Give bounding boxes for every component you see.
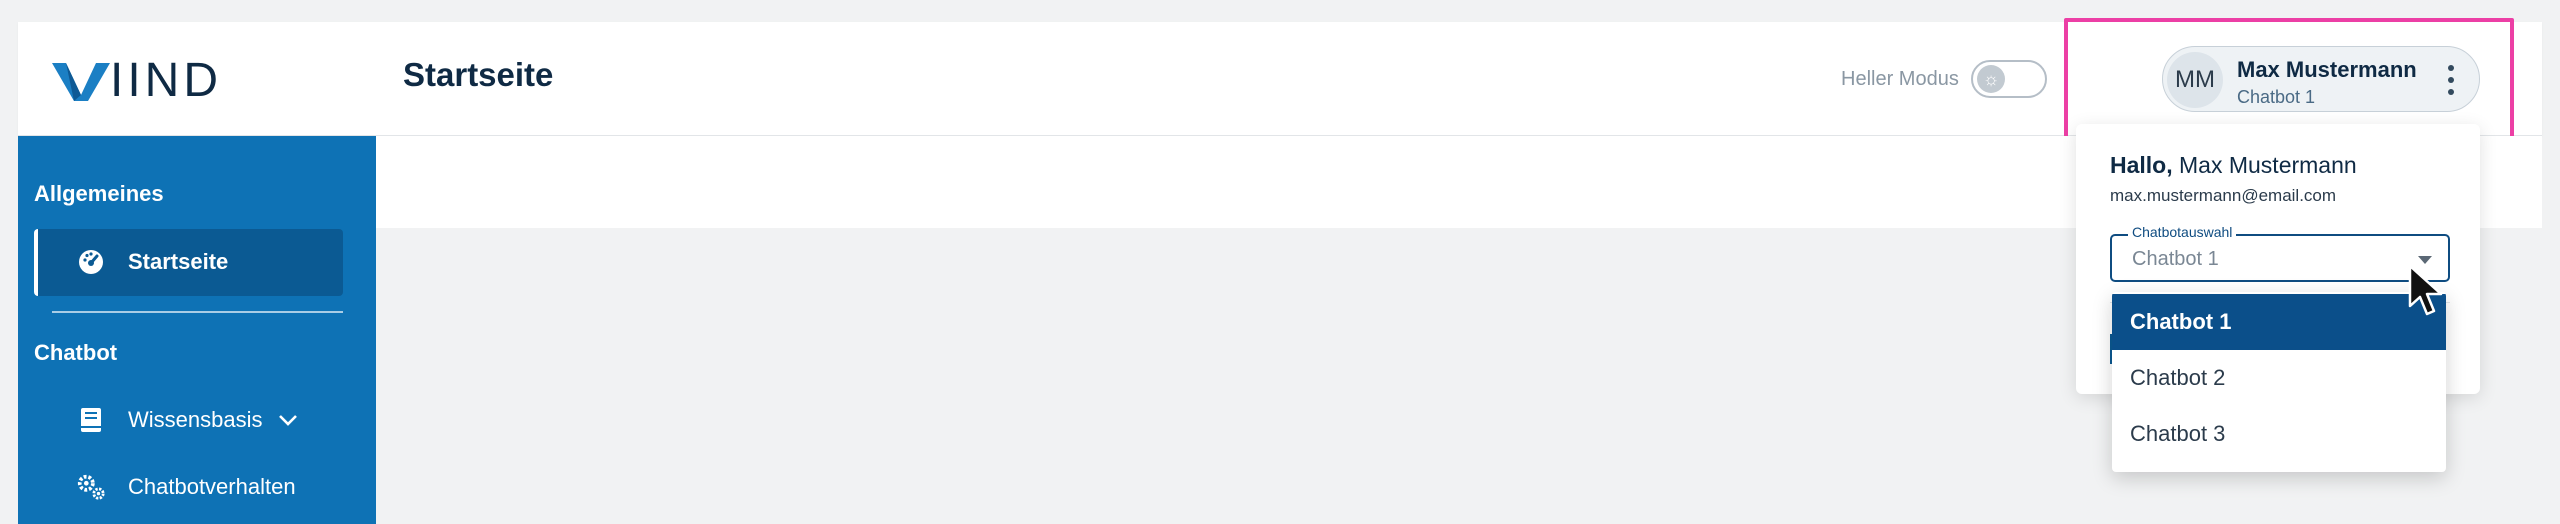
sidebar-item-label: Chatbotverhalten — [128, 474, 296, 499]
chevron-down-icon[interactable] — [278, 413, 298, 427]
sidebar-item-startseite-content[interactable]: Startseite — [76, 247, 228, 277]
sidebar-item-label: Wissensbasis — [128, 407, 263, 432]
sidebar-divider — [52, 311, 343, 313]
logo-text: IIND — [110, 54, 222, 107]
greeting-prefix: Hallo, — [2110, 152, 2173, 178]
page-title: Startseite — [403, 56, 554, 93]
chatbot-select-label: Chatbotauswahl — [2128, 224, 2237, 240]
sidebar-item-chatbotverhalten[interactable]: Chatbotverhalten — [76, 472, 296, 502]
option-chatbot-2[interactable]: Chatbot 2 — [2112, 350, 2446, 406]
sun-icon: ☼ — [1977, 65, 2005, 93]
sidebar-item-label: Startseite — [128, 249, 229, 274]
chatbot-options-list: Chatbot 1 Chatbot 2 Chatbot 3 — [2112, 292, 2446, 472]
light-mode-toggle[interactable]: ☼ — [1971, 60, 2047, 98]
sidebar-section-general: Allgemeines — [34, 181, 164, 206]
sidebar-section-chatbot: Chatbot — [34, 340, 118, 365]
option-chatbot-3[interactable]: Chatbot 3 — [2112, 406, 2446, 462]
gears-icon — [76, 472, 106, 502]
logo-v-mark — [52, 63, 110, 101]
greeting-name: Max Mustermann — [2179, 152, 2357, 178]
chatbot-select[interactable]: Chatbotauswahl Chatbot 1 — [2110, 224, 2450, 282]
mouse-cursor-icon — [2408, 264, 2446, 323]
user-email: max.mustermann@email.com — [2110, 186, 2337, 205]
sidebar-item-wissensbasis[interactable]: Wissensbasis — [76, 405, 298, 435]
viind-logo[interactable]: IIND — [52, 56, 222, 106]
dashboard-icon — [76, 247, 106, 277]
dropdown-arrow-icon[interactable] — [2418, 256, 2432, 264]
greeting: Hallo, Max Mustermann — [2110, 152, 2357, 179]
mode-label: Heller Modus — [1841, 68, 1959, 90]
chatbot-select-value: Chatbot 1 — [2132, 248, 2219, 270]
option-chatbot-1[interactable]: Chatbot 1 — [2112, 294, 2446, 350]
book-icon — [76, 405, 106, 435]
